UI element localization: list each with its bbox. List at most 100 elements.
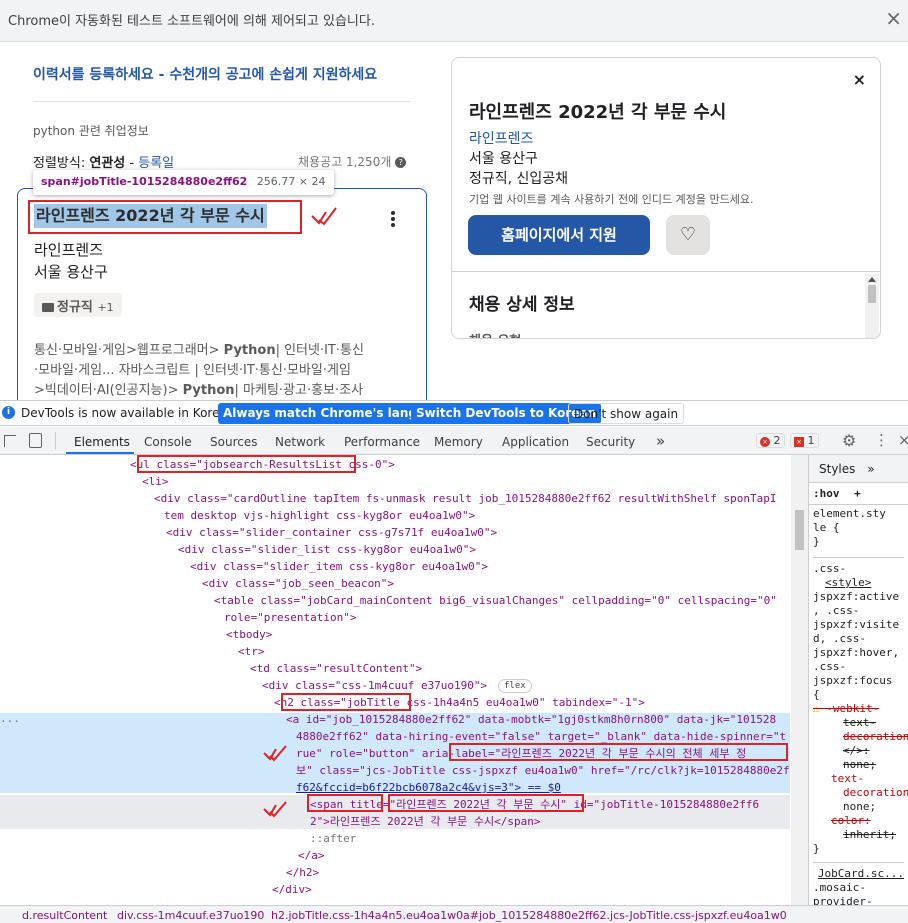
red-check-mark-icon <box>263 801 287 818</box>
more-tabs-icon[interactable]: » <box>656 432 665 450</box>
device-toolbar-icon[interactable] <box>29 433 42 448</box>
tab-performance[interactable]: Performance <box>344 435 420 449</box>
dom-scrollbar[interactable] <box>791 455 808 905</box>
help-icon[interactable]: ? <box>395 157 407 168</box>
inspect-element-icon[interactable] <box>4 435 16 447</box>
devtools-language-bar: i DevTools is now available in Korean! A… <box>0 400 908 426</box>
dom-node[interactable]: </div> <box>272 881 312 898</box>
snippet-text: >빅데이터·AI(인공지능)> <box>34 383 183 398</box>
kebab-menu-icon[interactable] <box>390 211 396 229</box>
snippet-text: | 인터넷·IT·통신 <box>275 343 364 358</box>
style-line: decoration <box>843 786 908 799</box>
job-count: 채용공고 1,250개 ? <box>298 153 407 170</box>
dom-node[interactable]: </h2> <box>286 864 319 881</box>
tab-sources[interactable]: Sources <box>210 435 257 449</box>
dom-node[interactable]: 보" class="jcs-JobTitle css-jspxzf eu4oa1… <box>296 762 790 779</box>
annotation-box <box>137 455 356 473</box>
style-line: color: <box>831 814 871 827</box>
style-line: inherit; <box>843 828 896 841</box>
errors-value: 2 <box>773 434 781 447</box>
styles-filter-bar: :hov + <box>809 483 908 505</box>
close-icon[interactable]: × <box>853 70 866 89</box>
card-snippet: 통신·모바일·게임>웹프로그래머> Python| 인터넷·IT·통신 ·모바일… <box>34 341 414 400</box>
dom-node[interactable]: <tbody> <box>226 626 272 643</box>
style-line: .css- <box>813 660 847 673</box>
dom-node[interactable]: <div class="slider_container css-g7s71f … <box>166 524 497 541</box>
dom-node[interactable]: <div class="css-1m4cuuf e37uo190"> <box>262 677 487 694</box>
issues-count[interactable]: × 1 <box>790 433 819 448</box>
red-check-mark-icon <box>263 745 287 762</box>
breadcrumb-item[interactable]: h2.jobTitle.css-1h4a4n5.eu4oa1w0 <box>271 909 463 922</box>
style-source-link[interactable]: JobCard.sc... <box>813 862 904 881</box>
dom-node[interactable]: tem desktop vjs-highlight css-kyg8or eu4… <box>164 507 475 524</box>
devtools-notice: DevTools is now available in Korean! <box>21 406 240 420</box>
tab-application[interactable]: Application <box>502 435 569 449</box>
detail-section-cut: 채용 유형 <box>469 330 521 338</box>
dom-node[interactable]: <li> <box>142 473 169 490</box>
detail-company-link[interactable]: 라인프렌즈 <box>469 128 533 148</box>
dom-node[interactable]: <table class="jobCard_mainContent big6_v… <box>214 592 777 609</box>
detail-scrollbar[interactable] <box>865 274 879 338</box>
warning-icon: ⚠ <box>813 702 820 715</box>
dom-node[interactable]: <div class="slider_list css-kyg8or eu4oa… <box>178 541 476 558</box>
annotation-box <box>388 794 584 812</box>
more-options-icon[interactable]: ⋮ <box>874 431 889 449</box>
style-line: } <box>813 842 820 855</box>
style-line: text- <box>843 716 877 729</box>
dom-node[interactable]: <td class="resultContent"> <box>250 660 422 677</box>
style-line: } <box>813 535 820 548</box>
dom-node[interactable]: 2">라인프렌즈 2022년 각 부문 수시</span> <box>310 813 541 830</box>
card-company: 라인프렌즈 <box>34 241 104 259</box>
card-location: 서울 용산구 <box>34 263 108 281</box>
error-icon: × <box>760 437 770 447</box>
style-line: , .css- <box>813 604 860 617</box>
sort-date-link[interactable]: 등록일 <box>138 156 174 171</box>
annotation-box <box>28 200 302 234</box>
style-line: </>: none; <box>843 744 877 771</box>
dom-node[interactable]: </a> <box>298 847 325 864</box>
tab-security[interactable]: Security <box>586 435 635 449</box>
snippet-line: >빅데이터·AI(인공지능)> Python| 마케팅·광고·홍보·조사 <box>34 381 414 400</box>
automation-infobar: Chrome이 자동화된 테스트 소프트웨어에 의해 제어되고 있습니다. × <box>0 0 908 42</box>
breadcrumb-item[interactable]: a#job_1015284880e2ff62.jcs-JobTitle.css-… <box>463 909 787 922</box>
resume-cta-link[interactable]: 이력서를 등록하세요 - 수천개의 공고에 손쉽게 지원하세요 <box>33 64 377 84</box>
dom-node[interactable]: <div class="cardOutline tapItem fs-unmas… <box>154 490 777 507</box>
styles-pane: Styles » :hov + element.sty le { } .css-… <box>808 455 908 905</box>
save-job-heart-icon[interactable]: ♡ <box>666 215 710 255</box>
dom-node[interactable]: <tr> <box>238 643 265 660</box>
breadcrumb-item[interactable]: div.css-1m4cuuf.e37uo190 <box>117 909 264 922</box>
annotation-box <box>281 693 411 711</box>
tab-elements[interactable]: Elements <box>74 435 130 449</box>
tab-network[interactable]: Network <box>275 435 325 449</box>
style-line: .mosaic- <box>813 881 866 894</box>
style-line: provider- <box>813 895 873 905</box>
detail-note: 기업 웹 사이트를 계속 사용하기 전에 인디드 계정을 만드세요. <box>469 193 754 206</box>
infobar-close-icon[interactable]: × <box>885 6 902 30</box>
sort-label: 정렬방식: <box>33 156 86 171</box>
close-devtools-icon[interactable]: × <box>898 431 908 449</box>
infobar-message: Chrome이 자동화된 테스트 소프트웨어에 의해 제어되고 있습니다. <box>8 14 375 29</box>
dom-node[interactable]: <a id="job_1015284880e2ff62" data-mobtk=… <box>286 711 776 728</box>
tab-console[interactable]: Console <box>144 435 192 449</box>
dom-node[interactable]: ::after <box>310 830 356 847</box>
apply-button[interactable]: 홈페이지에서 지원 <box>468 215 650 255</box>
dom-node[interactable]: <div class="slider_item css-kyg8or eu4oa… <box>190 558 488 575</box>
add-rule-icon[interactable]: + <box>854 487 861 500</box>
more-panes-icon[interactable]: » <box>867 462 874 476</box>
dom-breadcrumb: d.resultContent div.css-1m4cuuf.e37uo190… <box>0 905 908 923</box>
breadcrumb-item[interactable]: d.resultContent <box>22 909 107 922</box>
flex-badge[interactable]: flex <box>498 679 532 693</box>
errors-count[interactable]: × 2 <box>756 433 785 448</box>
dom-node[interactable]: role="presentation"> <box>224 609 356 626</box>
dots-icon: ··· <box>0 715 20 728</box>
style-source-link[interactable]: <style> <box>825 576 871 589</box>
hov-toggle[interactable]: :hov <box>813 487 840 500</box>
style-line: jspxzf:focus <box>813 674 893 687</box>
snippet-line: ·모바일·게임... 자바스크립트 | 인터넷·IT·통신·모바일·게임 <box>34 363 351 378</box>
tab-memory[interactable]: Memory <box>434 435 483 449</box>
tab-styles[interactable]: Styles <box>819 462 855 476</box>
settings-gear-icon[interactable]: ⚙ <box>842 431 856 450</box>
dont-show-button[interactable]: Don't show again <box>568 403 685 424</box>
dom-node[interactable]: <div class="job_seen_beacon"> <box>202 575 394 592</box>
detail-location: 서울 용산구 <box>469 151 538 167</box>
